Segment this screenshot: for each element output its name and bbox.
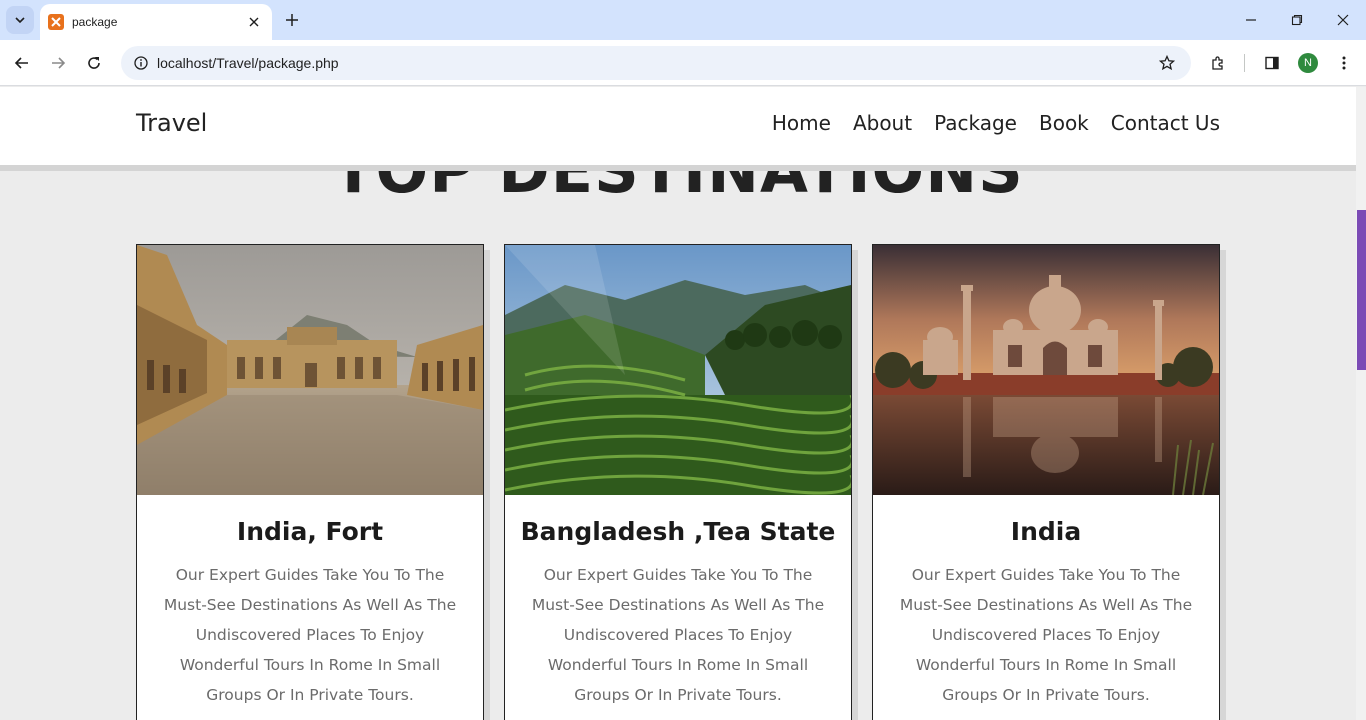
site-header: Travel Home About Package Book Contact U… <box>0 87 1356 165</box>
extensions-puzzle-icon[interactable] <box>1206 51 1230 75</box>
card-title: India <box>1010 517 1082 546</box>
browser-tab[interactable]: package <box>40 4 272 40</box>
destination-card[interactable]: Bangladesh ,Tea State Our Expert Guides … <box>504 244 852 720</box>
site-info-icon[interactable] <box>133 55 149 71</box>
restore-icon[interactable] <box>1287 10 1307 30</box>
destination-card[interactable]: India Our Expert Guides Take You To The … <box>872 244 1220 720</box>
nav-home[interactable]: Home <box>772 111 831 135</box>
xampp-favicon-icon <box>48 14 64 30</box>
card-description: Our Expert Guides Take You To The Must-S… <box>163 566 457 704</box>
nav-package[interactable]: Package <box>934 111 1017 135</box>
back-arrow-icon[interactable] <box>10 51 34 75</box>
card-description: Our Expert Guides Take You To The Must-S… <box>531 566 825 704</box>
fort-courtyard-image <box>137 245 483 495</box>
card-description: Our Expert Guides Take You To The Must-S… <box>899 566 1193 704</box>
toolbar-divider <box>1244 54 1245 72</box>
page-viewport: TOP DESTINATIONS Travel Home About Packa… <box>0 87 1356 720</box>
scrollbar-thumb[interactable] <box>1357 210 1366 370</box>
close-tab-icon[interactable] <box>246 14 262 30</box>
address-bar[interactable]: localhost/Travel/package.php <box>121 46 1191 80</box>
destination-card[interactable]: India, Fort Our Expert Guides Take You T… <box>136 244 484 720</box>
reload-icon[interactable] <box>82 51 106 75</box>
url-text[interactable]: localhost/Travel/package.php <box>157 55 1157 71</box>
tab-search-button[interactable] <box>6 6 34 34</box>
nav-contact-us[interactable]: Contact Us <box>1111 111 1220 135</box>
nav-book[interactable]: Book <box>1039 111 1089 135</box>
main-nav: Home About Package Book Contact Us <box>772 111 1220 135</box>
minimize-icon[interactable] <box>1241 10 1261 30</box>
page-scrollbar[interactable] <box>1356 87 1366 720</box>
new-tab-plus-icon[interactable] <box>282 10 302 30</box>
forward-arrow-icon[interactable] <box>46 51 70 75</box>
more-menu-icon[interactable] <box>1332 51 1356 75</box>
bookmark-star-icon[interactable] <box>1157 53 1177 73</box>
profile-avatar[interactable]: N <box>1298 53 1318 73</box>
close-window-icon[interactable] <box>1333 10 1353 30</box>
card-title: India, Fort <box>236 517 384 546</box>
tab-title: package <box>72 15 118 29</box>
chevron-down-icon <box>15 17 25 24</box>
tea-plantation-image <box>505 245 851 495</box>
side-panel-icon[interactable] <box>1260 51 1284 75</box>
taj-mahal-image <box>873 245 1219 495</box>
card-title: Bangladesh ,Tea State <box>520 517 836 546</box>
site-logo[interactable]: Travel <box>136 109 207 137</box>
nav-about[interactable]: About <box>853 111 912 135</box>
browser-toolbar: localhost/Travel/package.php N <box>0 40 1366 86</box>
browser-tab-strip: package <box>0 0 1366 40</box>
